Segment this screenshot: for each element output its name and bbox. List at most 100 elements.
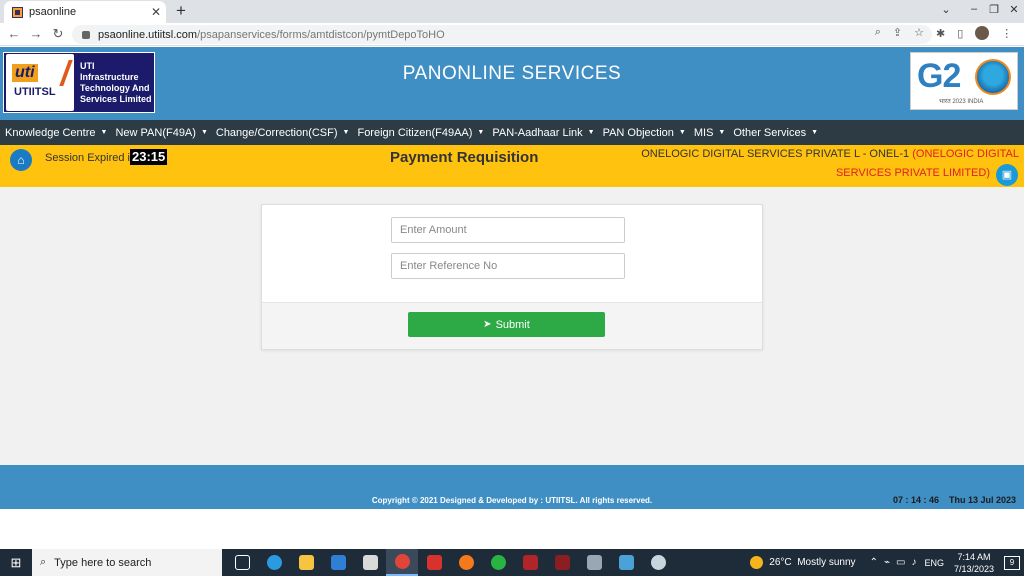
- taskbar-apps: [226, 549, 674, 576]
- menu-change-correction[interactable]: Change/Correction(CSF) ▼: [216, 127, 350, 139]
- logout-lock-icon[interactable]: ▣: [996, 164, 1018, 186]
- secure-lock-icon[interactable]: [82, 30, 90, 39]
- tab-search-icon[interactable]: ⌄: [936, 3, 956, 16]
- site-favicon-icon: [12, 6, 23, 18]
- reference-no-input[interactable]: [391, 253, 625, 279]
- wps-office-icon[interactable]: [418, 549, 450, 576]
- session-label: Session Expired in: [45, 152, 137, 164]
- caret-down-icon: ▼: [718, 129, 726, 136]
- caret-down-icon: ▼: [342, 129, 350, 136]
- session-bar: ⌂ Session Expired in 23:15 Payment Requi…: [0, 145, 1024, 187]
- windows-start-icon[interactable]: ⊞: [0, 549, 32, 576]
- page-title: Payment Requisition: [390, 149, 539, 166]
- url-path: /psapanservices/forms/amtdistcon/pymtDep…: [197, 28, 445, 41]
- copyright-text: Copyright © 2021 Designed & Developed by…: [371, 496, 653, 505]
- system-tray: 26°C Mostly sunny ⌃ ⌁ ▭ ♪ ENG 7:14 AM 7/…: [750, 549, 1024, 576]
- amount-input[interactable]: [391, 217, 625, 243]
- browser-tab[interactable]: psaonline ✕: [4, 1, 166, 23]
- menu-foreign-citizen[interactable]: Foreign Citizen(F49AA) ▼: [357, 127, 484, 139]
- app-icon-red-2[interactable]: [546, 549, 578, 576]
- session-timer: 23:15: [130, 149, 168, 165]
- new-tab-button[interactable]: +: [172, 2, 190, 20]
- taskbar-date: 7/13/2023: [953, 563, 994, 574]
- payment-form-card: ➤ Submit: [261, 204, 763, 350]
- weather-widget[interactable]: 26°C Mostly sunny: [750, 556, 856, 569]
- forward-icon[interactable]: →: [28, 26, 44, 42]
- caret-down-icon: ▼: [811, 129, 819, 136]
- caret-down-icon: ▼: [200, 129, 208, 136]
- taskbar-clock[interactable]: 7:14 AM 7/13/2023: [954, 551, 994, 575]
- volume-icon[interactable]: ♪: [911, 557, 916, 568]
- close-window-icon[interactable]: ✕: [1004, 3, 1024, 16]
- back-icon[interactable]: ←: [6, 26, 22, 42]
- url-host: psaonline.utiitsl.com: [98, 28, 198, 41]
- menu-other-services[interactable]: Other Services ▼: [733, 127, 818, 139]
- menu-knowledge-centre[interactable]: Knowledge Centre ▼: [5, 127, 107, 139]
- main-content: ➤ Submit: [0, 187, 1024, 465]
- language-indicator[interactable]: ENG: [924, 558, 944, 568]
- menu-pan-objection[interactable]: PAN Objection ▼: [603, 127, 686, 139]
- org-info: ONELOGIC DIGITAL SERVICES PRIVATE L - ON…: [641, 148, 1019, 160]
- server-clock: 07 : 14 : 46 Thu 13 Jul 2023: [892, 495, 1016, 505]
- sun-icon: [750, 556, 764, 569]
- caret-down-icon: ▼: [678, 129, 686, 136]
- caret-down-icon: ▼: [477, 129, 485, 136]
- main-menu: Knowledge Centre ▼ New PAN(F49A) ▼ Change/…: [0, 120, 1024, 145]
- reload-icon[interactable]: ↻: [50, 26, 66, 42]
- taskbar-search[interactable]: ⌕ Type here to search: [32, 549, 222, 576]
- g20-globe-icon: [975, 59, 1011, 95]
- network-icon[interactable]: ⌁: [884, 557, 890, 568]
- app-icon-red-1[interactable]: [514, 549, 546, 576]
- battery-icon[interactable]: ▭: [896, 557, 905, 568]
- app-icon-gray[interactable]: [578, 549, 610, 576]
- whatsapp-icon[interactable]: [482, 549, 514, 576]
- zoom-icon[interactable]: ⌕: [875, 26, 881, 39]
- chrome-icon[interactable]: [386, 549, 418, 576]
- home-icon[interactable]: ⌂: [10, 149, 32, 171]
- app-icon-blue[interactable]: [610, 549, 642, 576]
- site-title: PANONLINE SERVICES: [402, 63, 622, 84]
- weather-text: 26°C Mostly sunny: [769, 557, 856, 568]
- store-icon[interactable]: [354, 549, 386, 576]
- paper-plane-icon: ➤: [483, 319, 492, 330]
- sidepanel-icon[interactable]: ▯: [957, 27, 963, 40]
- org-name: ONELOGIC DIGITAL SERVICES PRIVATE L - ON…: [641, 148, 910, 160]
- app-icon-light[interactable]: [642, 549, 674, 576]
- org-legal-name-part2: SERVICES PRIVATE LIMITED): [835, 167, 990, 179]
- browser-tabstrip: psaonline ✕ + ⌄ – ❐ ✕: [0, 0, 1024, 23]
- g20-logo: G2 भारत 2023 INDIA: [910, 52, 1018, 110]
- site-footer: Copyright © 2021 Designed & Developed by…: [0, 465, 1024, 509]
- browser-menu-icon[interactable]: ⋮: [1001, 27, 1012, 40]
- browser-toolbar: ← → ↻ psaonline.utiitsl.com /psapanservi…: [0, 23, 1024, 46]
- org-legal-name-part1: (ONELOGIC DIGITAL: [912, 148, 1019, 160]
- caret-down-icon: ▼: [100, 129, 108, 136]
- profile-avatar[interactable]: [975, 26, 990, 40]
- page-bottom-space: [0, 509, 1024, 549]
- caret-down-icon: ▼: [587, 129, 595, 136]
- share-icon[interactable]: ⇪: [893, 26, 902, 39]
- site-header: uti UTIITSL UTI Infrastructure Technolog…: [0, 47, 1024, 120]
- menu-mis[interactable]: MIS ▼: [694, 127, 726, 139]
- notification-icon[interactable]: 9: [1004, 555, 1020, 570]
- form-footer: ➤ Submit: [262, 302, 762, 349]
- windows-taskbar: ⊞ ⌕ Type here to search 26°C Mostly sunn…: [0, 549, 1024, 576]
- close-tab-icon[interactable]: ✕: [146, 5, 166, 19]
- file-explorer-icon[interactable]: [290, 549, 322, 576]
- submit-label: Submit: [495, 318, 530, 331]
- address-bar[interactable]: psaonline.utiitsl.com /psapanservices/fo…: [72, 25, 932, 44]
- maximize-icon[interactable]: ❐: [984, 3, 1004, 16]
- edge-icon[interactable]: [258, 549, 290, 576]
- submit-button[interactable]: ➤ Submit: [408, 312, 605, 337]
- taskbar-search-placeholder: Type here to search: [54, 556, 152, 569]
- minimize-icon[interactable]: –: [964, 3, 984, 15]
- search-icon: ⌕: [40, 556, 47, 568]
- extensions-icon[interactable]: ✱: [936, 27, 945, 40]
- tab-title: psaonline: [29, 6, 77, 18]
- firefox-icon[interactable]: [450, 549, 482, 576]
- menu-new-pan[interactable]: New PAN(F49A) ▼: [115, 127, 207, 139]
- task-view-icon[interactable]: [226, 549, 258, 576]
- menu-pan-aadhaar-link[interactable]: PAN-Aadhaar Link ▼: [492, 127, 594, 139]
- bookmark-star-icon[interactable]: ☆: [914, 26, 924, 39]
- mail-icon[interactable]: [322, 549, 354, 576]
- chevron-up-icon[interactable]: ⌃: [870, 557, 878, 568]
